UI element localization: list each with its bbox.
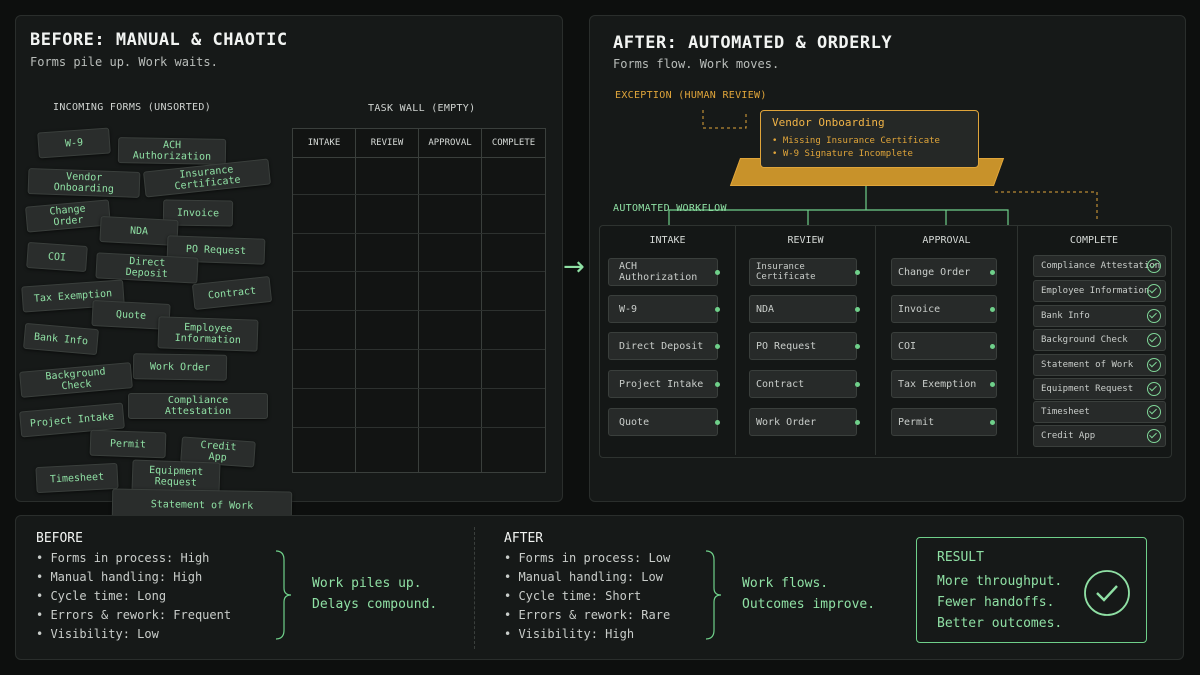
- exception-card-title: Vendor Onboarding: [772, 116, 885, 129]
- complete-card-label: Employee Information: [1041, 286, 1150, 296]
- result-line: Better outcomes.: [937, 616, 1063, 631]
- connector-dot: [855, 270, 860, 275]
- brace-icon: [705, 550, 722, 640]
- summary-after-conclusion: Work flows. Outcomes improve.: [742, 573, 875, 615]
- check-circle-icon: [1084, 570, 1130, 616]
- review-card[interactable]: Contract: [749, 370, 857, 398]
- connector-dot: [715, 382, 720, 387]
- workflow-divider: [875, 226, 876, 455]
- conclusion-line: Outcomes improve.: [742, 597, 876, 612]
- summary-after-list: • Forms in process: Low • Manual handlin…: [504, 549, 670, 644]
- approval-card[interactable]: Tax Exemption: [891, 370, 997, 398]
- complete-card[interactable]: Compliance Attestation: [1033, 255, 1166, 277]
- review-card[interactable]: Insurance Certificate: [749, 258, 857, 286]
- conclusion-line: Work piles up.: [312, 576, 422, 591]
- summary-divider: [474, 527, 475, 649]
- conclusion-line: Delays compound.: [312, 597, 438, 612]
- summary-before-list: • Forms in process: High • Manual handli…: [36, 549, 231, 644]
- complete-card-label: Bank Info: [1041, 311, 1090, 321]
- check-circle-icon: [1147, 405, 1161, 419]
- complete-card[interactable]: Background Check: [1033, 329, 1166, 351]
- intake-card[interactable]: ACH Authorization: [608, 258, 718, 286]
- summary-before-conclusion: Work piles up. Delays compound.: [312, 573, 437, 615]
- connector-dot: [715, 344, 720, 349]
- workflow-column-header: REVIEW: [787, 235, 824, 246]
- connector-dot: [855, 344, 860, 349]
- check-circle-icon: [1147, 429, 1161, 443]
- complete-card-label: Credit App: [1041, 431, 1096, 441]
- summary-after-item: • Errors & rework: Rare: [504, 608, 671, 622]
- check-circle-icon: [1147, 358, 1161, 372]
- summary-before-heading: BEFORE: [36, 531, 83, 546]
- approval-card[interactable]: Permit: [891, 408, 997, 436]
- complete-card[interactable]: Credit App: [1033, 425, 1166, 447]
- summary-after-item: • Cycle time: Short: [504, 589, 642, 603]
- exception-card-item: • Missing Insurance Certificate: [772, 136, 940, 146]
- summary-before-item: • Cycle time: Long: [36, 589, 167, 603]
- workflow-column-header: APPROVAL: [922, 235, 971, 246]
- complete-card-label: Statement of Work: [1041, 360, 1134, 370]
- approval-card[interactable]: COI: [891, 332, 997, 360]
- connector-dot: [855, 307, 860, 312]
- approval-card[interactable]: Invoice: [891, 295, 997, 323]
- brace-icon: [275, 550, 292, 640]
- connector-dot: [715, 307, 720, 312]
- connector-dot: [715, 270, 720, 275]
- summary-after-item: • Visibility: High: [504, 627, 635, 641]
- workflow-column-header: COMPLETE: [1069, 235, 1119, 246]
- connector-dot: [990, 382, 995, 387]
- exception-card[interactable]: Vendor Onboarding • Missing Insurance Ce…: [760, 110, 979, 168]
- summary-before-item: • Forms in process: High: [36, 551, 210, 565]
- complete-card-label: Timesheet: [1041, 407, 1090, 417]
- conclusion-line: Work flows.: [742, 576, 829, 591]
- exception-card-item: • W-9 Signature Incomplete: [772, 149, 913, 159]
- complete-card[interactable]: Bank Info: [1033, 305, 1166, 327]
- summary-after-heading: AFTER: [504, 531, 544, 546]
- review-card[interactable]: NDA: [749, 295, 857, 323]
- workflow-column-header: INTAKE: [649, 235, 686, 246]
- workflow-label: AUTOMATED WORKFLOW: [613, 203, 727, 214]
- summary-before-item: • Errors & rework: Frequent: [36, 608, 232, 622]
- summary-before-item: • Visibility: Low: [36, 627, 159, 641]
- check-circle-icon: [1147, 382, 1161, 396]
- workflow-divider: [735, 226, 736, 455]
- complete-card[interactable]: Statement of Work: [1033, 354, 1166, 376]
- intake-card[interactable]: W-9: [608, 295, 718, 323]
- complete-card[interactable]: Equipment Request: [1033, 378, 1166, 400]
- check-circle-icon: [1147, 333, 1161, 347]
- result-heading: RESULT: [937, 550, 984, 565]
- check-circle-icon: [1147, 284, 1161, 298]
- workflow-divider: [1017, 226, 1018, 455]
- approval-card[interactable]: Change Order: [891, 258, 997, 286]
- complete-card[interactable]: Timesheet: [1033, 401, 1166, 423]
- connector-dot: [990, 344, 995, 349]
- intake-card[interactable]: Quote: [608, 408, 718, 436]
- result-lines: More throughput. Fewer handoffs. Better …: [937, 571, 1062, 634]
- summary-after-item: • Forms in process: Low: [504, 551, 671, 565]
- connector-dot: [990, 420, 995, 425]
- review-card[interactable]: Work Order: [749, 408, 857, 436]
- summary-before-item: • Manual handling: High: [36, 570, 203, 584]
- connector-dot: [715, 420, 720, 425]
- connector-dot: [855, 382, 860, 387]
- connector-dot: [990, 307, 995, 312]
- connector-dot: [855, 420, 860, 425]
- complete-card[interactable]: Employee Information: [1033, 280, 1166, 302]
- review-card[interactable]: PO Request: [749, 332, 857, 360]
- complete-card-label: Equipment Request: [1041, 384, 1134, 394]
- complete-card-label: Background Check: [1041, 335, 1128, 345]
- intake-card[interactable]: Project Intake: [608, 370, 718, 398]
- check-circle-icon: [1147, 309, 1161, 323]
- result-line: More throughput.: [937, 574, 1063, 589]
- intake-card[interactable]: Direct Deposit: [608, 332, 718, 360]
- result-line: Fewer handoffs.: [937, 595, 1055, 610]
- summary-after-item: • Manual handling: Low: [504, 570, 663, 584]
- check-circle-icon: [1147, 259, 1161, 273]
- complete-card-label: Compliance Attestation: [1041, 261, 1161, 271]
- connector-dot: [990, 270, 995, 275]
